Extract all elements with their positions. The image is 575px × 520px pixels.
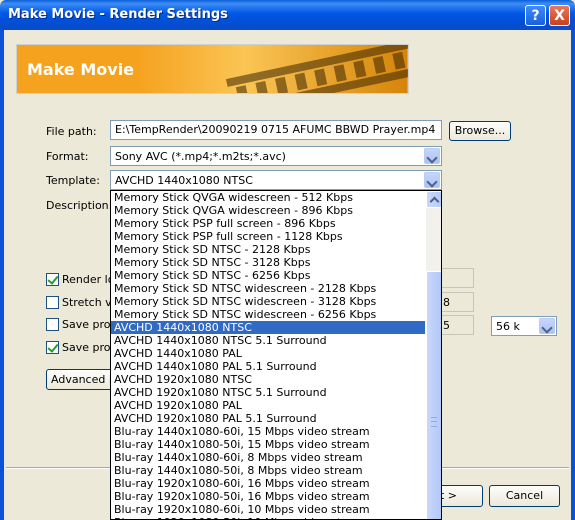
project-value: 5 — [443, 319, 450, 332]
template-option[interactable]: AVCHD 1440x1080 PAL — [111, 347, 425, 360]
stretch-value: 8 — [443, 296, 450, 309]
project-value-box: 5 — [440, 315, 474, 335]
next-button-label: t > — [439, 489, 457, 502]
template-option[interactable]: Blu-ray 1920x1080-60i, 16 Mbps video str… — [111, 477, 425, 490]
template-option[interactable]: AVCHD 1920x1080 PAL — [111, 399, 425, 412]
dropdown-scrollbar[interactable] — [426, 191, 441, 519]
cancel-button[interactable]: Cancel — [489, 485, 560, 507]
scroll-up-arrow-icon[interactable] — [426, 191, 441, 208]
template-option[interactable]: Memory Stick PSP full screen - 1128 Kbps — [111, 230, 425, 243]
template-option-selected[interactable]: AVCHD 1440x1080 NTSC — [111, 321, 425, 334]
file-path-field[interactable]: E:\TempRender\20090219 0715 AFUMC BBWD P… — [110, 120, 442, 140]
template-options: Memory Stick QVGA widescreen - 512 Kbps M… — [111, 191, 425, 519]
render-loop-label: Render lo — [62, 273, 115, 286]
description-label: Description: — [46, 199, 113, 212]
help-button[interactable]: ? — [525, 5, 546, 26]
template-option[interactable]: Memory Stick SD NTSC widescreen - 3128 K… — [111, 295, 425, 308]
close-button[interactable]: X — [549, 5, 570, 26]
template-option[interactable]: AVCHD 1440x1080 NTSC 5.1 Surround — [111, 334, 425, 347]
template-option[interactable]: Blu-ray 1920x1080-50i, 16 Mbps video str… — [111, 490, 425, 503]
template-option[interactable]: Blu-ray 1920x1080-50i, 10 Mbps video str… — [111, 516, 425, 519]
render-loop-value-box — [440, 268, 474, 288]
template-option[interactable]: Blu-ray 1440x1080-50i, 8 Mbps video stre… — [111, 464, 425, 477]
render-loop-checkbox[interactable] — [46, 273, 59, 286]
template-label: Template: — [46, 174, 100, 187]
window-title: Make Movie - Render Settings — [8, 7, 228, 22]
template-dropdown-list[interactable]: Memory Stick QVGA widescreen - 512 Kbps M… — [110, 190, 442, 520]
banner-title: Make Movie — [27, 60, 135, 79]
save-project-checkbox-1[interactable] — [46, 318, 59, 331]
template-option[interactable]: Blu-ray 1440x1080-60i, 8 Mbps video stre… — [111, 451, 425, 464]
window-frame-left — [0, 30, 4, 520]
chevron-down-icon[interactable] — [539, 318, 555, 334]
template-select[interactable]: AVCHD 1440x1080 NTSC — [110, 170, 442, 190]
scrollbar-thumb[interactable] — [426, 271, 441, 519]
stretch-video-checkbox[interactable] — [46, 296, 59, 309]
format-label: Format: — [46, 150, 89, 163]
template-option[interactable]: Memory Stick SD NTSC widescreen - 6256 K… — [111, 308, 425, 321]
file-path-label: File path: — [46, 125, 97, 138]
template-option[interactable]: Blu-ray 1440x1080-50i, 15 Mbps video str… — [111, 438, 425, 451]
header-banner: Make Movie — [16, 44, 409, 94]
stretch-value-box: 8 — [440, 292, 474, 312]
title-bar[interactable]: Make Movie - Render Settings ? X — [0, 0, 575, 30]
template-option[interactable]: Blu-ray 1440x1080-60i, 15 Mbps video str… — [111, 425, 425, 438]
template-option[interactable]: AVCHD 1440x1080 PAL 5.1 Surround — [111, 360, 425, 373]
template-value: AVCHD 1440x1080 NTSC — [115, 174, 253, 187]
bitrate-value: 56 k — [496, 320, 520, 333]
template-option[interactable]: Memory Stick QVGA widescreen - 896 Kbps — [111, 204, 425, 217]
grip-icon — [431, 417, 437, 427]
browse-button[interactable]: Browse... — [449, 121, 511, 141]
format-value: Sony AVC (*.mp4;*.m2ts;*.avc) — [115, 150, 286, 163]
template-option[interactable]: AVCHD 1920x1080 PAL 5.1 Surround — [111, 412, 425, 425]
template-option[interactable]: Memory Stick SD NTSC widescreen - 2128 K… — [111, 282, 425, 295]
template-option[interactable]: Memory Stick SD NTSC - 3128 Kbps — [111, 256, 425, 269]
save-project-checkbox-2[interactable] — [46, 341, 59, 354]
bitrate-select[interactable]: 56 k — [491, 316, 557, 336]
window-frame-right — [571, 30, 575, 520]
template-option[interactable]: Memory Stick QVGA widescreen - 512 Kbps — [111, 191, 425, 204]
template-option[interactable]: Memory Stick SD NTSC - 2128 Kbps — [111, 243, 425, 256]
stretch-video-label: Stretch vi — [62, 296, 115, 309]
chevron-down-icon[interactable] — [424, 148, 440, 164]
format-select[interactable]: Sony AVC (*.mp4;*.m2ts;*.avc) — [110, 146, 442, 166]
template-option[interactable]: Memory Stick SD NTSC - 6256 Kbps — [111, 269, 425, 282]
render-settings-window: Make Movie - Render Settings ? X Make Mo… — [0, 0, 575, 520]
template-option[interactable]: Memory Stick PSP full screen - 896 Kbps — [111, 217, 425, 230]
template-option[interactable]: Blu-ray 1920x1080-60i, 10 Mbps video str… — [111, 503, 425, 516]
template-option[interactable]: AVCHD 1920x1080 NTSC — [111, 373, 425, 386]
chevron-down-icon[interactable] — [424, 172, 440, 188]
template-option[interactable]: AVCHD 1920x1080 NTSC 5.1 Surround — [111, 386, 425, 399]
